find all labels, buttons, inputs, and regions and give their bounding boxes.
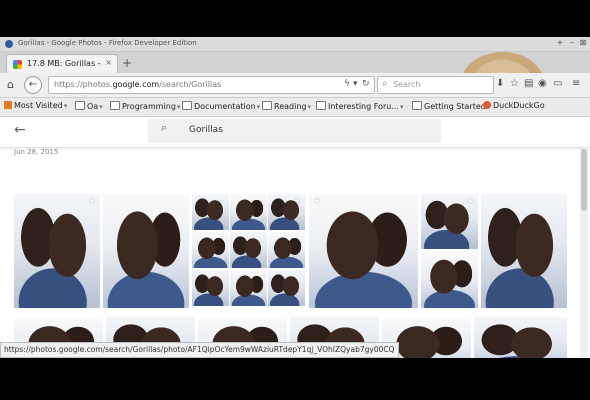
url-bar[interactable]: https://photos.google.com/search/Gorilla… bbox=[48, 76, 375, 94]
search-icon: ⌕ bbox=[382, 78, 388, 89]
window-restore-icon[interactable]: – bbox=[567, 38, 577, 47]
auto-enhance-icon: ✦ bbox=[293, 197, 301, 207]
auto-enhance-icon: ✦ bbox=[88, 197, 96, 207]
firefox-icon bbox=[5, 40, 13, 48]
bookmark-folder-reading[interactable]: Reading▾ bbox=[262, 101, 311, 111]
window-title: Gorillas - Google Photos - Firefox Devel… bbox=[18, 39, 197, 47]
bookmark-folder-programming[interactable]: Programming▾ bbox=[110, 101, 180, 111]
photo-thumbnail[interactable]: ✦ bbox=[309, 194, 418, 308]
vertical-scrollbar[interactable] bbox=[580, 149, 588, 358]
bookmark-getting-started[interactable]: Getting Started bbox=[412, 101, 486, 111]
window-minimize-icon[interactable]: + bbox=[555, 38, 565, 47]
window-close-icon[interactable]: ⊠ bbox=[578, 38, 588, 47]
download-icon[interactable]: ⬇ bbox=[496, 78, 504, 89]
new-tab-button[interactable]: + bbox=[122, 56, 132, 70]
collage-cell bbox=[268, 232, 305, 268]
photo-thumbnail[interactable]: ✦ bbox=[14, 194, 100, 308]
collage-cell bbox=[192, 194, 229, 230]
bookmark-most-visited[interactable]: Most Visited▾ bbox=[4, 101, 67, 110]
title-bar: Gorillas - Google Photos - Firefox Devel… bbox=[0, 37, 590, 52]
sidebar-toggle-icon[interactable]: ▭ bbox=[553, 78, 562, 89]
url-text: https://photos.google.com/search/Gorilla… bbox=[54, 80, 222, 89]
search-placeholder: Search bbox=[393, 80, 421, 89]
folder-icon bbox=[316, 101, 326, 110]
menu-icon[interactable]: ≡ bbox=[572, 78, 580, 89]
auto-enhance-icon: ✦ bbox=[313, 197, 321, 207]
collage-cell bbox=[268, 270, 305, 306]
bookmark-star-icon[interactable]: ☆ bbox=[510, 78, 519, 89]
search-query[interactable]: Gorillas bbox=[189, 125, 223, 135]
photos-header: ← ⌕ Gorillas bbox=[0, 117, 590, 148]
search-bar[interactable]: ⌕ Search bbox=[377, 76, 494, 94]
photo-thumbnail[interactable] bbox=[103, 194, 189, 308]
search-icon: ⌕ bbox=[161, 121, 168, 134]
page-icon bbox=[412, 101, 422, 110]
bookmarks-toolbar: Most Visited▾ Oa▾ Programming▾ Documenta… bbox=[0, 98, 590, 117]
collage-cell bbox=[230, 232, 267, 268]
photo-thumbnail[interactable] bbox=[481, 194, 567, 308]
photo-thumbnail[interactable] bbox=[421, 251, 478, 308]
page-content: ← ⌕ Gorillas Jun 28, 2015 ✦ ✦ ✦ ✦ bbox=[0, 117, 590, 358]
date-label: Jun 28, 2015 bbox=[14, 148, 59, 156]
collage-cell bbox=[192, 270, 229, 306]
folder-icon bbox=[75, 101, 85, 110]
lightning-icon[interactable]: ϟ bbox=[344, 79, 350, 89]
bookmark-folder-documentation[interactable]: Documentation▾ bbox=[182, 101, 260, 111]
google-photos-favicon-icon bbox=[13, 60, 22, 69]
folder-icon bbox=[110, 101, 120, 110]
status-bar: https://photos.google.com/search/Gorilla… bbox=[0, 342, 399, 358]
auto-enhance-icon: ✦ bbox=[466, 197, 474, 207]
collage-cell bbox=[230, 270, 267, 306]
photo-thumbnail[interactable]: ✦ bbox=[421, 194, 478, 249]
clipboard-icon[interactable]: ▤ bbox=[524, 78, 533, 89]
photo-collage[interactable]: ✦ bbox=[192, 194, 305, 308]
photos-search-box[interactable]: ⌕ Gorillas bbox=[148, 119, 441, 141]
most-visited-icon bbox=[4, 101, 12, 109]
collage-cell: ✦ bbox=[268, 194, 305, 230]
bookmark-duckduckgo[interactable]: DuckDuckGo bbox=[483, 101, 545, 110]
bookmark-folder-interesting-forums[interactable]: Interesting Foru...▾ bbox=[316, 101, 403, 111]
browser-window: Gorillas - Google Photos - Firefox Devel… bbox=[0, 37, 590, 358]
bookmark-folder-oa[interactable]: Oa▾ bbox=[75, 101, 103, 111]
folder-icon bbox=[182, 101, 192, 110]
home-icon[interactable]: ⌂ bbox=[7, 77, 14, 93]
folder-icon bbox=[262, 101, 272, 110]
photo-thumbnail[interactable] bbox=[474, 317, 567, 358]
extension-icon[interactable]: ◉ bbox=[538, 78, 547, 89]
collage-cell bbox=[192, 232, 229, 268]
tab-close-icon[interactable]: × bbox=[105, 58, 112, 67]
reload-icon[interactable]: ↻ bbox=[362, 79, 370, 89]
dropdown-icon[interactable]: ▾ bbox=[353, 79, 358, 89]
tab-bar: 17.8 MB: Gorillas - G... × + bbox=[0, 52, 590, 138]
tab-gorillas[interactable]: 17.8 MB: Gorillas - G... × bbox=[6, 54, 118, 74]
collage-cell bbox=[230, 194, 267, 230]
duckduckgo-icon bbox=[483, 101, 491, 109]
navigation-bar: ⌂ ← https://photos.google.com/search/Gor… bbox=[0, 73, 590, 98]
back-button[interactable]: ← bbox=[24, 76, 42, 94]
scrollbar-thumb[interactable] bbox=[581, 149, 587, 211]
back-arrow-icon[interactable]: ← bbox=[14, 122, 26, 138]
tab-label: 17.8 MB: Gorillas - G... bbox=[27, 59, 103, 68]
